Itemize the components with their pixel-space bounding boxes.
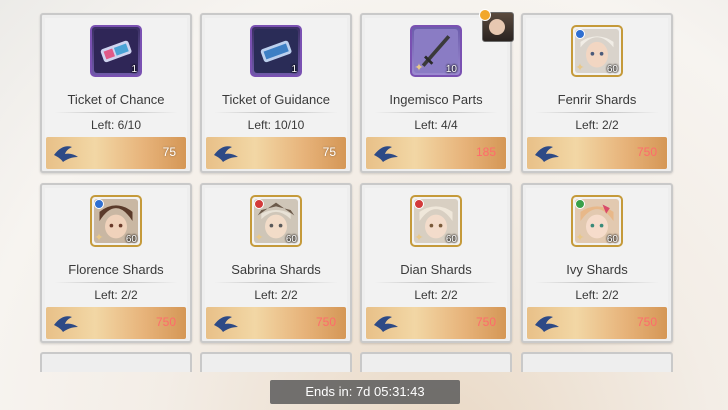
swallow-currency-icon — [374, 316, 398, 332]
divider — [535, 282, 659, 283]
sabrina-portrait-icon: ✦ 60 — [250, 195, 302, 247]
character-badge[interactable] — [479, 9, 514, 42]
item-name: Florence Shards — [68, 262, 164, 277]
shop-item-dian-shards[interactable]: ✦ 60 Dian Shards Left: 2/2 750 — [360, 183, 512, 343]
stock-left: Left: 2/2 — [254, 288, 298, 302]
item-name: Ticket of Chance — [67, 92, 165, 107]
divider — [535, 112, 659, 113]
item-quantity: 1 — [131, 64, 137, 75]
price-value: 75 — [162, 145, 176, 159]
item-name: Ivy Shards — [566, 262, 628, 277]
divider — [54, 282, 178, 283]
stock-left: Left: 2/2 — [414, 288, 458, 302]
price-value: 750 — [475, 315, 496, 329]
shop-grid: 1 Ticket of Chance Left: 6/10 75 1 Ticke… — [0, 0, 728, 410]
stock-left: Left: 2/2 — [575, 288, 619, 302]
price-value: 750 — [155, 315, 176, 329]
shop-item-fenrir-shards[interactable]: ✦ 60 Fenrir Shards Left: 2/2 750 — [521, 13, 673, 173]
fenrir-portrait-icon: ✦ 60 — [571, 25, 623, 77]
price-value: 185 — [475, 145, 496, 159]
item-quantity: 60 — [125, 234, 137, 245]
stock-left: Left: 6/10 — [90, 118, 142, 132]
item-name: Sabrina Shards — [231, 262, 321, 277]
shop-item-florence-shards[interactable]: ✦ 60 Florence Shards Left: 2/2 750 — [40, 183, 192, 343]
divider — [54, 112, 178, 113]
swallow-currency-icon — [54, 146, 78, 162]
ivy-portrait-icon: ✦ 60 — [571, 195, 623, 247]
shop-item-sabrina-shards[interactable]: ✦ 60 Sabrina Shards Left: 2/2 750 — [200, 183, 352, 343]
fire-element-icon — [254, 199, 264, 209]
price-bar[interactable]: 750 — [46, 307, 186, 339]
swallow-currency-icon — [214, 316, 238, 332]
item-quantity: 60 — [606, 64, 618, 75]
fire-element-icon — [414, 199, 424, 209]
star-icon: ✦ — [414, 62, 424, 74]
water-element-icon — [575, 29, 585, 39]
price-value: 750 — [636, 315, 657, 329]
notification-dot-icon — [479, 9, 491, 21]
swallow-currency-icon — [54, 316, 78, 332]
divider — [374, 282, 498, 283]
item-quantity: 10 — [445, 64, 457, 75]
star-icon: ✦ — [94, 232, 104, 244]
item-name: Ingemisco Parts — [389, 92, 483, 107]
ticket-of-guidance-icon: 1 — [250, 25, 302, 77]
shop-item-partial[interactable] — [521, 352, 673, 372]
price-bar[interactable]: 750 — [206, 307, 346, 339]
water-element-icon — [94, 199, 104, 209]
shop-item-partial[interactable] — [360, 352, 512, 372]
price-bar[interactable]: 750 — [366, 307, 506, 339]
character-face-icon — [489, 19, 505, 35]
swallow-currency-icon — [374, 146, 398, 162]
ticket-of-chance-icon: 1 — [90, 25, 142, 77]
item-name: Fenrir Shards — [557, 92, 637, 107]
stock-left: Left: 10/10 — [247, 118, 305, 132]
divider — [214, 282, 338, 283]
price-value: 75 — [322, 145, 336, 159]
price-bar[interactable]: 75 — [46, 137, 186, 169]
shop-item-ticket-of-chance[interactable]: 1 Ticket of Chance Left: 6/10 75 — [40, 13, 192, 173]
shop-item-partial[interactable] — [40, 352, 192, 372]
shop-timer: Ends in: 7d 05:31:43 — [270, 380, 460, 404]
stock-left: Left: 4/4 — [414, 118, 458, 132]
stock-left: Left: 2/2 — [575, 118, 619, 132]
divider — [214, 112, 338, 113]
item-quantity: 60 — [445, 234, 457, 245]
price-bar[interactable]: 750 — [527, 307, 667, 339]
star-icon: ✦ — [254, 232, 264, 244]
price-bar[interactable]: 185 — [366, 137, 506, 169]
ingemisco-parts-icon: ✦ 10 — [410, 25, 462, 77]
shop-item-ivy-shards[interactable]: ✦ 60 Ivy Shards Left: 2/2 750 — [521, 183, 673, 343]
swallow-currency-icon — [214, 146, 238, 162]
shop-item-partial[interactable] — [200, 352, 352, 372]
dian-portrait-icon: ✦ 60 — [410, 195, 462, 247]
item-name: Dian Shards — [400, 262, 472, 277]
price-value: 750 — [315, 315, 336, 329]
price-value: 750 — [636, 145, 657, 159]
stock-left: Left: 2/2 — [94, 288, 138, 302]
divider — [374, 112, 498, 113]
item-quantity: 60 — [606, 234, 618, 245]
star-icon: ✦ — [414, 232, 424, 244]
florence-portrait-icon: ✦ 60 — [90, 195, 142, 247]
shop-item-ticket-of-guidance[interactable]: 1 Ticket of Guidance Left: 10/10 75 — [200, 13, 352, 173]
swallow-currency-icon — [535, 146, 559, 162]
wind-element-icon — [575, 199, 585, 209]
item-name: Ticket of Guidance — [222, 92, 330, 107]
star-icon: ✦ — [575, 232, 585, 244]
star-icon: ✦ — [575, 62, 585, 74]
price-bar[interactable]: 75 — [206, 137, 346, 169]
item-quantity: 60 — [285, 234, 297, 245]
swallow-currency-icon — [535, 316, 559, 332]
item-quantity: 1 — [291, 64, 297, 75]
price-bar[interactable]: 750 — [527, 137, 667, 169]
